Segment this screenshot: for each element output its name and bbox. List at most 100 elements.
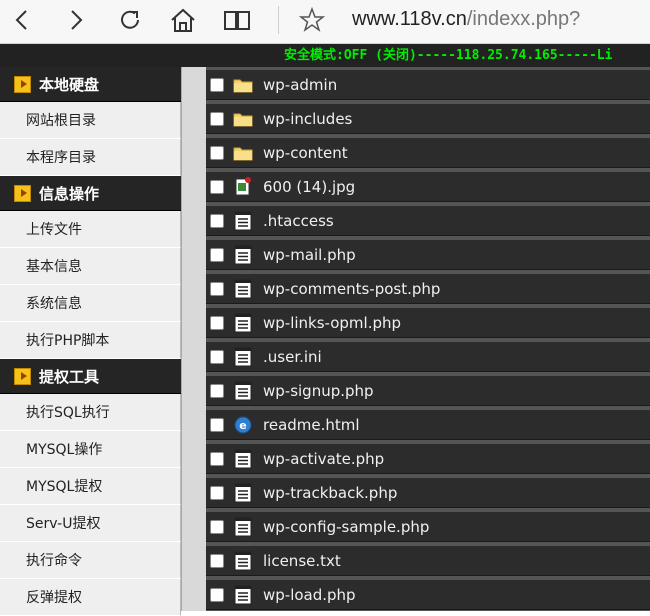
file-row: wp-signup.php (206, 375, 650, 406)
file-name-link[interactable]: wp-activate.php (263, 450, 384, 468)
file-name-link[interactable]: .user.ini (263, 348, 322, 366)
address-bar[interactable]: www.118v.cn/indexx.php? (352, 6, 580, 32)
sidebar-menu-item[interactable]: Serv-U提权 (0, 505, 181, 542)
sidebar-menu-item[interactable]: 网站根目录 (0, 102, 181, 139)
text-file-icon (232, 346, 254, 368)
file-select-checkbox[interactable] (210, 179, 224, 194)
file-row: wp-admin (206, 69, 650, 100)
url-path: /indexx.php? (466, 8, 581, 30)
sidebar-section-header: 信息操作 (0, 176, 181, 211)
file-name-link[interactable]: wp-mail.php (263, 246, 356, 264)
file-name-link[interactable]: readme.html (263, 416, 360, 434)
sidebar-section-header: 本地硬盘 (0, 67, 181, 102)
html-file-icon: e (232, 414, 254, 436)
text-file-icon (232, 278, 254, 300)
file-row: wp-trackback.php (206, 477, 650, 508)
image-file-icon (232, 176, 254, 198)
file-list: wp-admin wp-includes wp-content 600 (14).jp… (206, 67, 650, 611)
file-row: e readme.html (206, 409, 650, 440)
section-arrow-icon (14, 367, 31, 385)
file-select-checkbox[interactable] (210, 451, 224, 466)
file-row: wp-comments-post.php (206, 273, 650, 304)
file-select-checkbox[interactable] (210, 587, 224, 602)
file-select-checkbox[interactable] (210, 77, 224, 92)
file-row: wp-activate.php (206, 443, 650, 474)
file-select-checkbox[interactable] (210, 553, 224, 568)
file-name-link[interactable]: wp-comments-post.php (263, 280, 440, 298)
file-row: wp-links-opml.php (206, 307, 650, 338)
text-file-icon (232, 516, 254, 538)
folder-icon (232, 108, 254, 130)
file-name-link[interactable]: wp-load.php (263, 586, 356, 604)
file-name-link[interactable]: wp-links-opml.php (263, 314, 401, 332)
text-file-icon (232, 448, 254, 470)
reading-view-icon[interactable] (219, 2, 255, 38)
sidebar-menu-item[interactable]: MYSQL提权 (0, 468, 181, 505)
file-row: license.txt (206, 545, 650, 576)
file-row: wp-mail.php (206, 239, 650, 270)
file-name-link[interactable]: wp-admin (263, 76, 337, 94)
file-name-link[interactable]: license.txt (263, 552, 341, 570)
file-name-link[interactable]: 600 (14).jpg (263, 178, 355, 196)
section-arrow-icon (14, 184, 31, 202)
file-select-checkbox[interactable] (210, 315, 224, 330)
file-row: wp-load.php (206, 579, 650, 610)
svg-text:e: e (239, 419, 246, 432)
text-file-icon (232, 244, 254, 266)
file-select-checkbox[interactable] (210, 417, 224, 432)
frame-gutter (181, 67, 206, 611)
file-row: 600 (14).jpg (206, 171, 650, 202)
favorite-star-icon[interactable] (294, 2, 330, 38)
sidebar-menu-item[interactable]: 上传文件 (0, 211, 181, 248)
section-arrow-icon (14, 75, 31, 93)
file-select-checkbox[interactable] (210, 349, 224, 364)
file-name-link[interactable]: wp-signup.php (263, 382, 374, 400)
sidebar-menu-item[interactable]: 执行SQL执行 (0, 394, 181, 431)
forward-arrow-icon[interactable] (58, 2, 94, 38)
file-row: wp-content (206, 137, 650, 168)
server-status-text: 安全模式:OFF (关闭)-----118.25.74.165-----Li (284, 48, 613, 63)
file-name-link[interactable]: wp-content (263, 144, 348, 162)
file-name-link[interactable]: wp-trackback.php (263, 484, 397, 502)
file-select-checkbox[interactable] (210, 111, 224, 126)
back-arrow-icon[interactable] (4, 2, 40, 38)
sidebar-menu-item[interactable]: 执行PHP脚本 (0, 322, 181, 359)
sidebar-menu-item[interactable]: MYSQL操作 (0, 431, 181, 468)
sidebar-menu-item[interactable]: 执行命令 (0, 542, 181, 579)
sidebar-menu-item[interactable]: 系统信息 (0, 285, 181, 322)
sidebar-section-title: 信息操作 (39, 184, 100, 203)
file-name-link[interactable]: .htaccess (263, 212, 334, 230)
sidebar-menu-item[interactable]: 本程序目录 (0, 139, 181, 176)
toolbar-divider (278, 6, 279, 34)
sidebar-menu: 本地硬盘网站根目录 本程序目录信息操作上传文件 基本信息 系统信息 执行PHP脚本提权工… (0, 67, 181, 616)
file-select-checkbox[interactable] (210, 281, 224, 296)
file-select-checkbox[interactable] (210, 383, 224, 398)
home-icon[interactable] (165, 2, 201, 38)
sidebar-section-title: 本地硬盘 (39, 75, 100, 94)
folder-icon (232, 74, 254, 96)
file-row: .user.ini (206, 341, 650, 372)
file-select-checkbox[interactable] (210, 247, 224, 262)
text-file-icon (232, 380, 254, 402)
browser-toolbar: www.118v.cn/indexx.php? (0, 0, 650, 44)
sidebar-section-header: 提权工具 (0, 359, 181, 394)
text-file-icon (232, 550, 254, 572)
file-select-checkbox[interactable] (210, 213, 224, 228)
reload-icon[interactable] (112, 2, 148, 38)
file-name-link[interactable]: wp-config-sample.php (263, 518, 429, 536)
text-file-icon (232, 312, 254, 334)
text-file-icon (232, 482, 254, 504)
file-select-checkbox[interactable] (210, 145, 224, 160)
sidebar-section-title: 提权工具 (39, 367, 100, 386)
file-name-link[interactable]: wp-includes (263, 110, 352, 128)
file-select-checkbox[interactable] (210, 485, 224, 500)
text-file-icon (232, 584, 254, 606)
sidebar-menu-item[interactable]: 反弹提权 (0, 579, 181, 616)
url-host: www.118v.cn (352, 8, 467, 30)
folder-icon (232, 142, 254, 164)
server-status-bar: 安全模式:OFF (关闭)-----118.25.74.165-----Li (0, 44, 650, 67)
file-select-checkbox[interactable] (210, 519, 224, 534)
sidebar-menu-item[interactable]: 基本信息 (0, 248, 181, 285)
file-row: .htaccess (206, 205, 650, 236)
file-row: wp-config-sample.php (206, 511, 650, 542)
